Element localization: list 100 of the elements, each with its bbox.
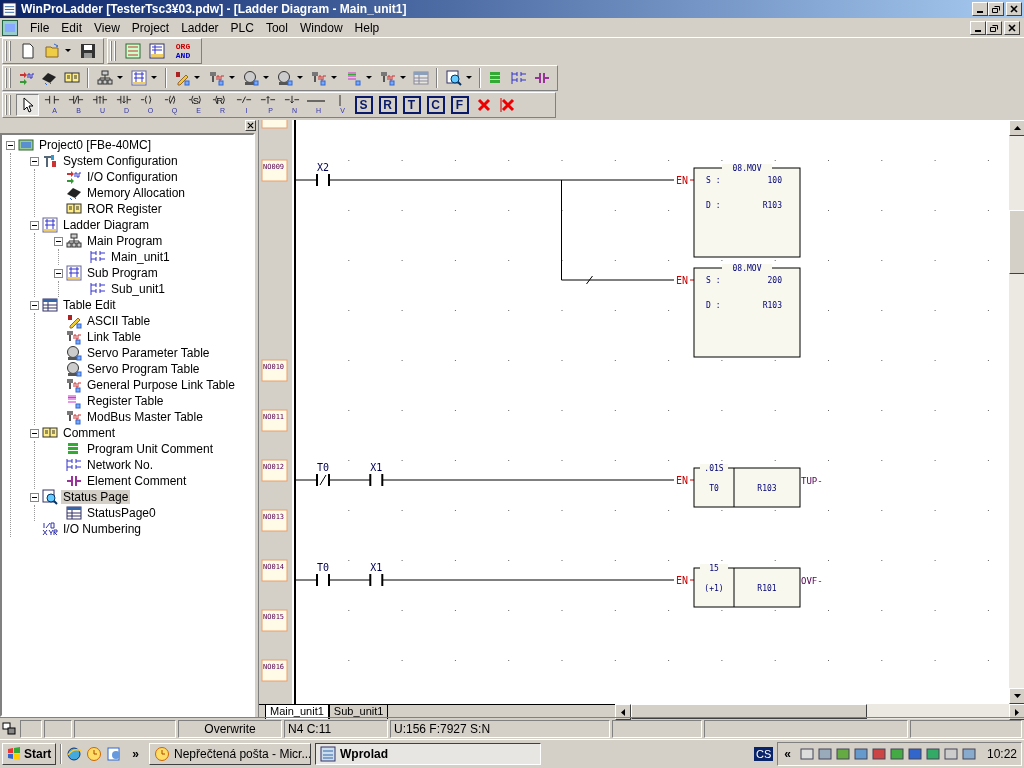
contact-icon xyxy=(66,473,82,489)
collapse-icon[interactable] xyxy=(30,220,39,230)
tree-item[interactable]: I/O Configuration xyxy=(85,170,180,184)
toolbar-grip[interactable] xyxy=(5,68,12,88)
tree-item[interactable]: Comment xyxy=(61,426,117,440)
tree-item[interactable]: Program Unit Comment xyxy=(85,442,216,456)
tree-item[interactable]: General Purpose Link Table xyxy=(85,378,237,392)
tree-item[interactable]: Status Page xyxy=(61,490,131,504)
instruction-button[interactable]: S xyxy=(352,94,375,116)
normally-open-contact xyxy=(316,174,330,186)
tree-item[interactable]: Sub Program xyxy=(85,266,160,280)
scrollbar-thumb[interactable] xyxy=(1009,210,1024,274)
tree-item[interactable]: ModBus Master Table xyxy=(85,410,205,424)
collapse-icon[interactable] xyxy=(30,156,39,166)
menu-item[interactable]: Window xyxy=(293,20,349,35)
tree-item[interactable]: Servo Program Table xyxy=(85,362,202,376)
instruction-button[interactable]: T xyxy=(400,94,423,116)
instruction-button[interactable]: R xyxy=(376,94,399,116)
menu-item[interactable]: Help xyxy=(348,20,386,35)
ladder-view-icon xyxy=(124,43,141,59)
pointer-button[interactable] xyxy=(16,94,39,116)
network-tag xyxy=(261,659,288,682)
taskbar-button[interactable]: Wprolad xyxy=(315,743,542,765)
tree-item[interactable]: Main Program xyxy=(85,234,165,248)
contact-label: T0 xyxy=(317,562,329,573)
close-button[interactable] xyxy=(1004,20,1020,35)
tree-item[interactable]: I/O Numbering xyxy=(61,522,144,536)
tree-item[interactable]: Link Table xyxy=(85,330,143,344)
menu-item[interactable]: File xyxy=(24,20,56,35)
caret-icon xyxy=(64,49,71,53)
collapse-icon[interactable] xyxy=(30,300,39,310)
left-arrow-icon xyxy=(621,708,625,716)
toolbar-grip[interactable] xyxy=(5,95,12,115)
menu-item[interactable]: Tool xyxy=(259,20,294,35)
scrollbar-thumb[interactable] xyxy=(631,704,867,719)
network-tag xyxy=(261,559,288,582)
input-line xyxy=(689,479,695,481)
toolbar-grip[interactable] xyxy=(110,41,117,61)
contact-label: T0 xyxy=(317,462,329,473)
minimize-button[interactable] xyxy=(972,2,988,16)
menu-item[interactable]: View xyxy=(88,20,126,35)
minimize-icon xyxy=(977,11,983,13)
collapse-icon[interactable] xyxy=(54,268,63,278)
more-button[interactable]: » xyxy=(126,747,146,761)
tree-item[interactable]: StatusPage0 xyxy=(85,506,158,520)
tree-item[interactable]: Network No. xyxy=(85,458,156,472)
plug-icon xyxy=(66,377,82,393)
expand-tray-button[interactable]: « xyxy=(778,747,797,761)
normally-closed-contact xyxy=(316,474,330,486)
taskbar-button[interactable]: Nepřečtená pošta - Micr... xyxy=(149,743,312,765)
menu-item[interactable]: PLC xyxy=(224,20,260,35)
restore-button[interactable] xyxy=(988,2,1004,16)
plug-icon xyxy=(66,409,82,425)
tree-item[interactable]: System Configuration xyxy=(61,154,180,168)
tree-item[interactable]: ROR Register xyxy=(85,202,164,216)
tree-item[interactable]: Register Table xyxy=(85,394,166,408)
tree-item[interactable]: Project0 [FBe-40MC] xyxy=(37,138,154,152)
clock-icon[interactable] xyxy=(86,746,103,762)
horizontal-scrollbar[interactable] xyxy=(615,704,1024,719)
vertical-scrollbar[interactable] xyxy=(1009,120,1024,704)
collapse-icon[interactable] xyxy=(54,236,63,246)
toolbar-grip[interactable] xyxy=(5,41,12,61)
tree-item[interactable]: Ladder Diagram xyxy=(61,218,152,232)
tree-item[interactable]: Servo Parameter Table xyxy=(85,346,212,360)
operand-value: R103 xyxy=(757,484,777,493)
minimize-icon xyxy=(975,29,981,32)
close-button[interactable] xyxy=(245,120,256,131)
table-icon xyxy=(66,505,82,521)
scroll-down-button[interactable] xyxy=(1009,688,1024,704)
close-button[interactable] xyxy=(1006,2,1022,16)
scroll-left-button[interactable] xyxy=(615,704,631,720)
scroll-up-button[interactable] xyxy=(1009,120,1024,136)
tree-item[interactable]: Sub_unit1 xyxy=(109,282,168,296)
normally-open-contact xyxy=(316,574,330,586)
menu-item[interactable]: Project xyxy=(125,20,176,35)
output-label: OVF- xyxy=(801,576,823,586)
minimize-button[interactable] xyxy=(970,20,986,35)
scroll-right-button[interactable] xyxy=(1009,704,1024,720)
motor-icon xyxy=(66,345,82,361)
tree-item[interactable]: Main_unit1 xyxy=(109,250,172,264)
language-indicator[interactable]: CS xyxy=(754,747,774,761)
instruction-button[interactable]: F xyxy=(448,94,471,116)
down-arrow-icon xyxy=(1013,694,1021,698)
contact-label: X1 xyxy=(370,462,383,473)
instruction-button[interactable]: C xyxy=(424,94,447,116)
menu-item[interactable]: Ladder xyxy=(175,20,225,35)
browser-icon[interactable] xyxy=(66,746,83,762)
clock: 10:22 xyxy=(986,747,1017,761)
ladder-icon xyxy=(320,746,337,762)
start-button[interactable]: Start xyxy=(2,743,57,765)
plug-icon xyxy=(208,70,225,86)
collapse-icon[interactable] xyxy=(6,140,15,150)
restore-button[interactable] xyxy=(986,20,1002,35)
collapse-icon[interactable] xyxy=(30,492,39,502)
tree-item[interactable]: Element Comment xyxy=(85,474,189,488)
tree-item[interactable]: ASCII Table xyxy=(85,314,153,328)
tree-item[interactable]: Memory Allocation xyxy=(85,186,188,200)
menu-item[interactable]: Edit xyxy=(55,20,89,35)
collapse-icon[interactable] xyxy=(30,428,39,438)
tree-item[interactable]: Table Edit xyxy=(61,298,118,312)
